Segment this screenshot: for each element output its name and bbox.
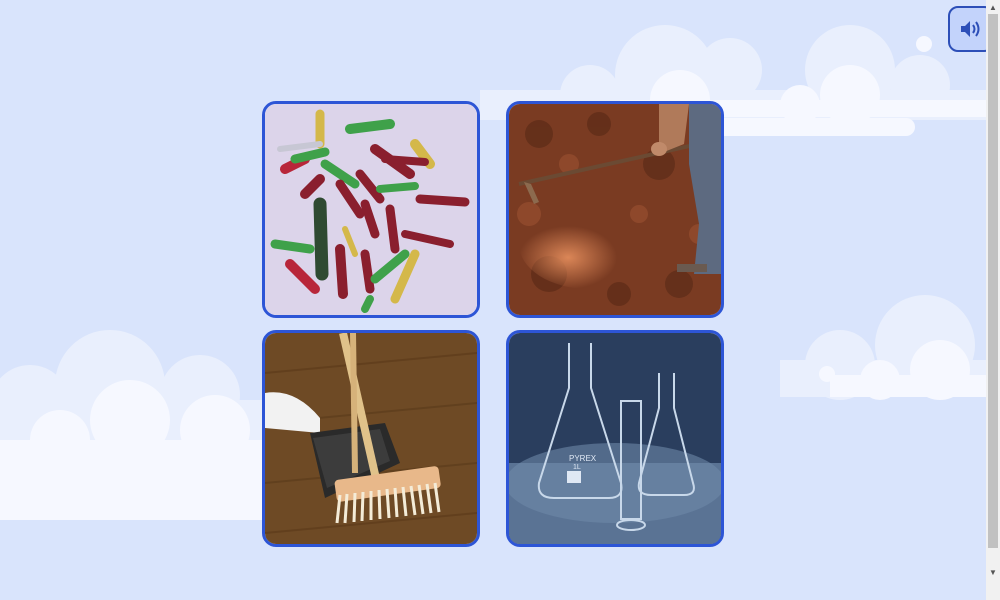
image-choice-grid: PYREX 1L bbox=[262, 101, 724, 547]
svg-text:PYREX: PYREX bbox=[569, 454, 597, 463]
option-card-hoeing-soil[interactable] bbox=[506, 101, 724, 318]
scrollbar-thumb[interactable] bbox=[988, 14, 998, 548]
wall-anchors-image bbox=[265, 104, 477, 315]
speaker-volume-icon bbox=[961, 21, 980, 37]
vertical-scrollbar[interactable]: ▲ ▼ bbox=[986, 0, 1000, 600]
option-card-wall-anchors[interactable] bbox=[262, 101, 480, 318]
option-card-broom-dustpan[interactable] bbox=[262, 330, 480, 547]
broom-dustpan-image bbox=[265, 333, 477, 544]
hoeing-soil-image bbox=[509, 104, 721, 315]
svg-text:1L: 1L bbox=[573, 464, 581, 471]
scroll-up-arrow-icon[interactable]: ▲ bbox=[986, 0, 1000, 14]
option-card-lab-glassware[interactable]: PYREX 1L bbox=[506, 330, 724, 547]
scroll-down-arrow-icon[interactable]: ▼ bbox=[986, 565, 1000, 579]
lab-glassware-image: PYREX 1L bbox=[509, 333, 721, 544]
